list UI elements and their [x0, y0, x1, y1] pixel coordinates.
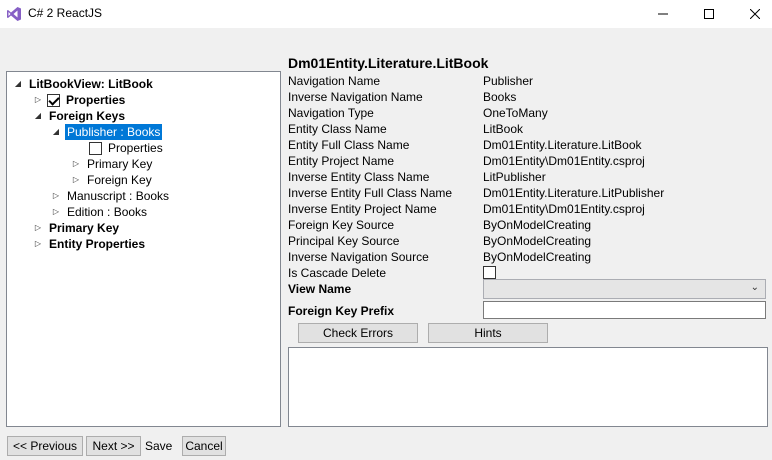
fk-properties-checkbox[interactable] [89, 141, 102, 155]
detail-row-inverse-navigation-source: Inverse Navigation Source ByOnModelCreat… [288, 250, 592, 264]
tree-node-entity-properties[interactable]: ▷ Entity Properties [33, 236, 147, 252]
fk-prefix-input[interactable] [483, 301, 766, 319]
tree-node-primary-key[interactable]: ▷ Primary Key [33, 220, 121, 236]
collapsed-arrow-icon[interactable]: ▷ [33, 239, 43, 249]
collapsed-arrow-icon[interactable]: ▷ [71, 159, 81, 169]
detail-row-inverse-entity-project-name: Inverse Entity Project Name Dm01Entity\D… [288, 202, 645, 216]
maximize-icon [704, 9, 714, 19]
tree-node-fk-properties[interactable]: Properties [75, 140, 165, 156]
tree-node-label: LitBookView: LitBook [29, 77, 153, 91]
tree-node-label: Edition : Books [67, 205, 148, 219]
expanded-arrow-icon[interactable]: ◢ [33, 111, 43, 121]
detail-row-entity-project-name: Entity Project Name Dm01Entity\Dm01Entit… [288, 154, 645, 168]
collapsed-arrow-icon[interactable]: ▷ [33, 95, 43, 105]
save-button[interactable]: Save [145, 436, 172, 456]
check-errors-button[interactable]: Check Errors [298, 323, 418, 343]
tree-node-label: Foreign Key [87, 173, 152, 187]
previous-button[interactable]: << Previous [7, 436, 83, 456]
tree-node-label: Publisher : Books [65, 124, 163, 140]
collapsed-arrow-icon[interactable]: ▷ [51, 191, 61, 201]
maximize-button[interactable] [686, 0, 732, 28]
minimize-icon [658, 13, 668, 15]
chevron-down-icon[interactable]: ⌄ [751, 282, 759, 293]
visual-studio-icon [7, 7, 21, 21]
hints-button[interactable]: Hints [428, 323, 548, 343]
detail-row-navigation-type: Navigation Type OneToMany [288, 106, 548, 120]
detail-row-entity-full-class-name: Entity Full Class Name Dm01Entity.Litera… [288, 138, 642, 152]
expanded-arrow-icon[interactable]: ◢ [51, 127, 61, 137]
tree-node-root[interactable]: ◢ LitBookView: LitBook [13, 76, 155, 92]
close-icon [750, 9, 760, 19]
window-title: C# 2 ReactJS [28, 6, 103, 20]
details-header: Dm01Entity.Literature.LitBook [288, 55, 489, 71]
detail-row-inverse-navigation-name: Inverse Navigation Name Books [288, 90, 517, 104]
tree-node-label: Foreign Keys [49, 109, 126, 123]
detail-row-principal-key-source: Principal Key Source ByOnModelCreating [288, 234, 592, 248]
tree-node-label: Properties [108, 141, 163, 155]
detail-row-inverse-entity-full-class-name: Inverse Entity Full Class Name Dm01Entit… [288, 186, 665, 200]
collapsed-arrow-icon[interactable]: ▷ [33, 223, 43, 233]
entity-tree[interactable]: ◢ LitBookView: LitBook ▷ Properties ◢ Fo… [6, 71, 281, 427]
tree-node-publisher-books[interactable]: ◢ Publisher : Books [51, 124, 163, 140]
view-name-select[interactable]: ⌄ [483, 279, 766, 299]
cascade-delete-checkbox[interactable] [483, 266, 496, 279]
detail-row-entity-class-name: Entity Class Name LitBook [288, 122, 524, 136]
tree-node-label: Primary Key [87, 157, 153, 171]
next-button[interactable]: Next >> [86, 436, 141, 456]
tree-node-manuscript-books[interactable]: ▷ Manuscript : Books [51, 188, 171, 204]
errors-output-box[interactable] [288, 347, 768, 427]
detail-row-navigation-name: Navigation Name Publisher [288, 74, 534, 88]
tree-node-fk-foreign-key[interactable]: ▷ Foreign Key [71, 172, 154, 188]
cancel-button[interactable]: Cancel [182, 436, 226, 456]
minimize-button[interactable] [640, 0, 686, 28]
collapsed-arrow-icon[interactable]: ▷ [71, 175, 81, 185]
tree-node-label: Manuscript : Books [67, 189, 170, 203]
close-button[interactable] [732, 0, 772, 28]
collapsed-arrow-icon[interactable]: ▷ [51, 207, 61, 217]
tree-node-fk-primary-key[interactable]: ▷ Primary Key [71, 156, 154, 172]
tree-node-properties[interactable]: ▷ Properties [33, 92, 127, 108]
title-bar: C# 2 ReactJS [0, 0, 772, 28]
tree-node-label: Entity Properties [49, 237, 146, 251]
properties-checkbox[interactable] [47, 93, 60, 107]
tree-node-foreign-keys[interactable]: ◢ Foreign Keys [33, 108, 127, 124]
tree-node-edition-books[interactable]: ▷ Edition : Books [51, 204, 149, 220]
expanded-arrow-icon[interactable]: ◢ [13, 79, 23, 89]
tree-node-label: Primary Key [49, 221, 120, 235]
tree-node-label: Properties [66, 93, 126, 107]
detail-row-foreign-key-source: Foreign Key Source ByOnModelCreating [288, 218, 592, 232]
detail-row-inverse-entity-class-name: Inverse Entity Class Name LitPublisher [288, 170, 546, 184]
